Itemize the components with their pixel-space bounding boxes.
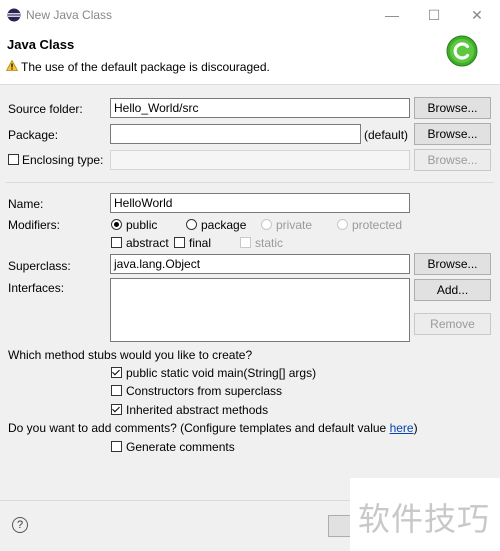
abstract-label: abstract [126,236,169,250]
superclass-input[interactable]: java.lang.Object [110,254,410,274]
modifiers-label: Modifiers: [8,218,61,232]
java-class-wizard-icon [446,35,478,67]
private-radio [261,219,272,230]
class-name-input[interactable]: HelloWorld [110,193,410,213]
package-radio[interactable] [186,219,197,230]
constructors-label: Constructors from superclass [126,384,283,398]
minimize-button[interactable]: — [378,4,406,26]
help-icon[interactable]: ? [12,517,28,533]
remove-interface-button: Remove [414,313,491,335]
source-folder-label: Source folder: [8,102,83,116]
package-default-label: (default) [364,128,409,142]
title-bar: New Java Class — ☐ ✕ [0,0,500,30]
wizard-heading: Java Class [7,37,75,52]
watermark-text: 软件技巧 [358,501,491,537]
main-method-checkbox[interactable] [111,367,122,378]
source-folder-browse-button[interactable]: Browse... [414,97,491,119]
inherited-methods-checkbox[interactable] [111,404,122,415]
comments-question: Do you want to add comments? (Configure … [8,421,418,435]
static-checkbox [240,237,251,248]
separator [6,182,494,183]
comments-question-closing: ) [413,421,418,435]
package-radio-label: package [201,218,247,232]
enclosing-type-label: Enclosing type: [22,153,104,167]
superclass-browse-button[interactable]: Browse... [414,253,491,275]
package-input[interactable] [110,124,361,144]
add-interface-button[interactable]: Add... [414,279,491,301]
generate-comments-label: Generate comments [126,440,235,454]
enclosing-type-browse-button: Browse... [414,149,491,171]
package-label: Package: [8,128,59,142]
watermark: 软件技巧 [350,478,500,551]
package-browse-button[interactable]: Browse... [414,123,491,145]
main-method-label: public static void main(String[] args) [126,366,317,380]
maximize-button[interactable]: ☐ [420,4,448,26]
eclipse-icon [7,8,21,22]
method-stubs-question: Which method stubs would you like to cre… [8,348,253,362]
enclosing-type-checkbox[interactable] [8,154,19,165]
source-folder-input[interactable]: Hello_World/src [110,98,410,118]
enclosing-type-input [110,150,410,170]
protected-radio [337,219,348,230]
abstract-checkbox[interactable] [111,237,122,248]
public-radio-label: public [126,218,158,232]
inherited-methods-label: Inherited abstract methods [126,403,269,417]
name-label: Name: [8,197,44,211]
close-button[interactable]: ✕ [463,4,491,26]
superclass-label: Superclass: [8,259,71,273]
constructors-checkbox[interactable] [111,385,122,396]
interfaces-list[interactable] [110,278,410,342]
configure-templates-link[interactable]: here [390,421,414,435]
generate-comments-checkbox[interactable] [111,441,122,452]
public-radio[interactable] [111,219,122,230]
final-label: final [189,236,212,250]
final-checkbox[interactable] [174,237,185,248]
wizard-header: Java Class The use of the default packag… [0,30,500,85]
warning-message: The use of the default package is discou… [21,60,270,74]
warning-icon [6,60,18,71]
private-radio-label: private [276,218,313,232]
window-title: New Java Class [26,8,113,22]
static-label: static [255,236,284,250]
interfaces-label: Interfaces: [8,281,65,295]
comments-question-text: Do you want to add comments? (Configure … [8,421,390,435]
protected-radio-label: protected [352,218,403,232]
